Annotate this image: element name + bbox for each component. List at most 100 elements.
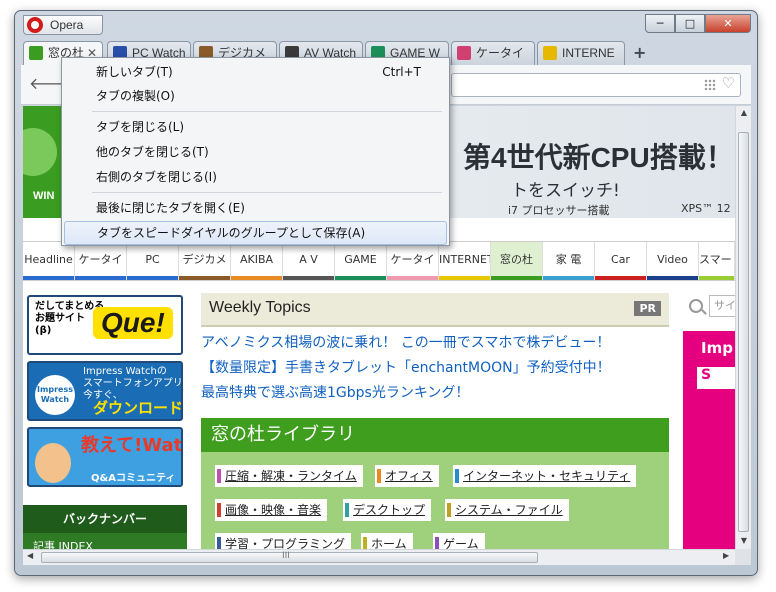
weekly-topics-header: Weekly Topics PR [201, 293, 669, 327]
tab-internet-watch[interactable]: INTERNE [537, 41, 625, 65]
nav-label: INTERNET [439, 253, 491, 266]
nav-dejikame[interactable]: デジカメ [179, 242, 231, 280]
scroll-corner [735, 549, 751, 565]
que-banner[interactable]: だしてまとめる お題サイト (β) Que! [27, 295, 183, 355]
ad-subline: トをスイッチ! [511, 181, 620, 201]
nav-label: ケータイ [78, 253, 123, 266]
tab-favicon-icon [457, 46, 471, 60]
tab-keitai[interactable]: ケータイ [451, 41, 535, 65]
search-icon[interactable] [689, 299, 703, 313]
nav-color-bar [647, 276, 698, 280]
nav-color-bar [543, 276, 594, 280]
menu-item-duplicate-tab[interactable]: タブの複製(O) [64, 84, 447, 108]
menu-item-save-as-speed-dial-group[interactable]: タブをスピードダイヤルのグループとして保存(A) [64, 221, 447, 245]
maximize-button[interactable]: □ [675, 14, 705, 33]
category-chip[interactable]: 画像・映像・音楽 [215, 499, 328, 521]
nav-label: PC [145, 253, 160, 266]
nav-label: 家 電 [555, 253, 582, 266]
iw-logo-line: Watch [40, 395, 70, 404]
chip-color-mark [345, 503, 349, 517]
nav-akiba[interactable]: AKIBA [231, 242, 283, 280]
site-logo-area[interactable]: WIN [23, 106, 63, 218]
category-chip[interactable]: デスクトップ [343, 499, 432, 521]
right-ad-box: S [697, 367, 735, 389]
topic-link[interactable]: アベノミクス相場の波に乗れ！ この一冊でスマホで株デビュー！ [201, 332, 610, 352]
nav-smartphone[interactable]: スマートフ [699, 242, 735, 280]
category-chip[interactable]: ホーム [361, 533, 413, 549]
chip-label: システム・ファイル [455, 503, 563, 517]
kiji-index-link[interactable]: 記事 INDEX [23, 533, 187, 549]
oshiete-watch-banner[interactable]: 教えて!Watch Q&Aコミュニティ [27, 427, 183, 487]
chip-label: 圧縮・解凍・ランタイム [225, 469, 357, 483]
tab-label: INTERNE [562, 46, 615, 60]
tab-label: ケータイ [476, 46, 525, 60]
chip-label: 画像・映像・音楽 [225, 503, 322, 517]
category-chip[interactable]: 学習・プログラミング [215, 533, 352, 549]
nav-label: Video [657, 253, 688, 266]
menu-item-reopen-closed-tab[interactable]: 最後に閉じたタブを開く(E) [64, 196, 447, 220]
right-ad-text: Imp [701, 339, 733, 357]
chip-label: 学習・プログラミング [225, 537, 346, 549]
topic-link[interactable]: 【数量限定】手書きタブレット「enchantMOON」予約受付中！ [201, 357, 611, 377]
nav-label: AKIBA [239, 253, 274, 266]
nav-keitai[interactable]: ケータイ [75, 242, 127, 280]
scroll-grip-icon: III [282, 551, 290, 561]
category-chip[interactable]: システム・ファイル [445, 499, 569, 521]
library-section: 窓の杜ライブラリ 圧縮・解凍・ランタイム オフィス インターネット・セキュリティ… [201, 418, 669, 549]
vertical-scroll-thumb[interactable] [738, 132, 749, 532]
close-window-button[interactable]: ✕ [705, 14, 751, 33]
category-chip[interactable]: オフィス [375, 465, 439, 487]
iw-line: スマートフォンアプリ [83, 378, 183, 389]
ad-headline: 第4世代新CPU搭載！ [463, 142, 734, 173]
nav-car[interactable]: Car [595, 242, 647, 280]
weekly-topics-title: Weekly Topics [209, 299, 311, 316]
nav-color-bar [23, 276, 74, 280]
horizontal-scroll-thumb[interactable]: III [41, 551, 538, 563]
scroll-right-icon[interactable]: ▶ [723, 551, 729, 560]
menu-item-close-other-tabs[interactable]: 他のタブを閉じる(T) [64, 140, 447, 164]
address-field[interactable]: ♡ [451, 73, 741, 97]
speed-dial-grid-icon[interactable] [704, 79, 716, 91]
opera-menu-button[interactable]: Opera [23, 15, 103, 35]
tab-favicon-icon [29, 46, 43, 60]
horizontal-scrollbar[interactable]: ◀ III ▶ [23, 549, 735, 565]
iw-logo-line: Impress [37, 385, 73, 394]
category-chip[interactable]: 圧縮・解凍・ランタイム [215, 465, 363, 487]
menu-item-new-tab[interactable]: 新しいタブ(T) Ctrl+T [64, 60, 447, 84]
nav-color-bar [231, 276, 282, 280]
nav-label: 窓の杜 [500, 253, 533, 266]
nav-keitai-2[interactable]: ケータイ [387, 242, 439, 280]
iw-line: Impress Watchの [83, 366, 167, 377]
right-ad-banner[interactable]: Imp S [683, 331, 735, 549]
vertical-scrollbar[interactable]: ▲ ▼ [735, 106, 751, 549]
download-text: ダウンロード! [93, 399, 183, 417]
que-logo: Que! [93, 307, 173, 339]
impress-watch-logo-icon: Impress Watch [35, 375, 75, 415]
heart-icon[interactable]: ♡ [722, 74, 735, 92]
nav-headline[interactable]: Headline [23, 242, 75, 280]
scroll-down-icon[interactable]: ▼ [736, 536, 752, 545]
menu-item-label: タブを閉じる(L) [96, 120, 185, 134]
scroll-left-icon[interactable]: ◀ [27, 551, 33, 560]
nav-label: Car [611, 253, 630, 266]
nav-game[interactable]: GAME [335, 242, 387, 280]
category-chip[interactable]: インターネット・セキュリティ [453, 465, 637, 487]
chip-color-mark [435, 537, 439, 549]
scroll-up-icon[interactable]: ▲ [736, 108, 752, 117]
chip-label: インターネット・セキュリティ [463, 469, 631, 483]
nav-kaden[interactable]: 家 電 [543, 242, 595, 280]
site-search-input[interactable]: サイ [709, 295, 735, 317]
nav-madonomori[interactable]: 窓の杜 [491, 242, 543, 280]
new-tab-button[interactable]: + [633, 43, 646, 62]
menu-item-close-tab[interactable]: タブを閉じる(L) [64, 115, 447, 139]
minimize-button[interactable]: ─ [645, 14, 675, 33]
nav-av[interactable]: A V [283, 242, 335, 280]
nav-video[interactable]: Video [647, 242, 699, 280]
nav-internet[interactable]: INTERNET [439, 242, 491, 280]
topic-link[interactable]: 最高特典で選ぶ高速1Gbps光ランキング！ [201, 382, 469, 402]
menu-item-close-right-tabs[interactable]: 右側のタブを閉じる(I) [64, 165, 447, 189]
nav-pc[interactable]: PC [127, 242, 179, 280]
category-chip[interactable]: ゲーム [433, 533, 485, 549]
impress-app-banner[interactable]: Impress Watch Impress Watchの スマートフォンアプリ … [27, 361, 183, 421]
nav-color-bar [127, 276, 178, 280]
